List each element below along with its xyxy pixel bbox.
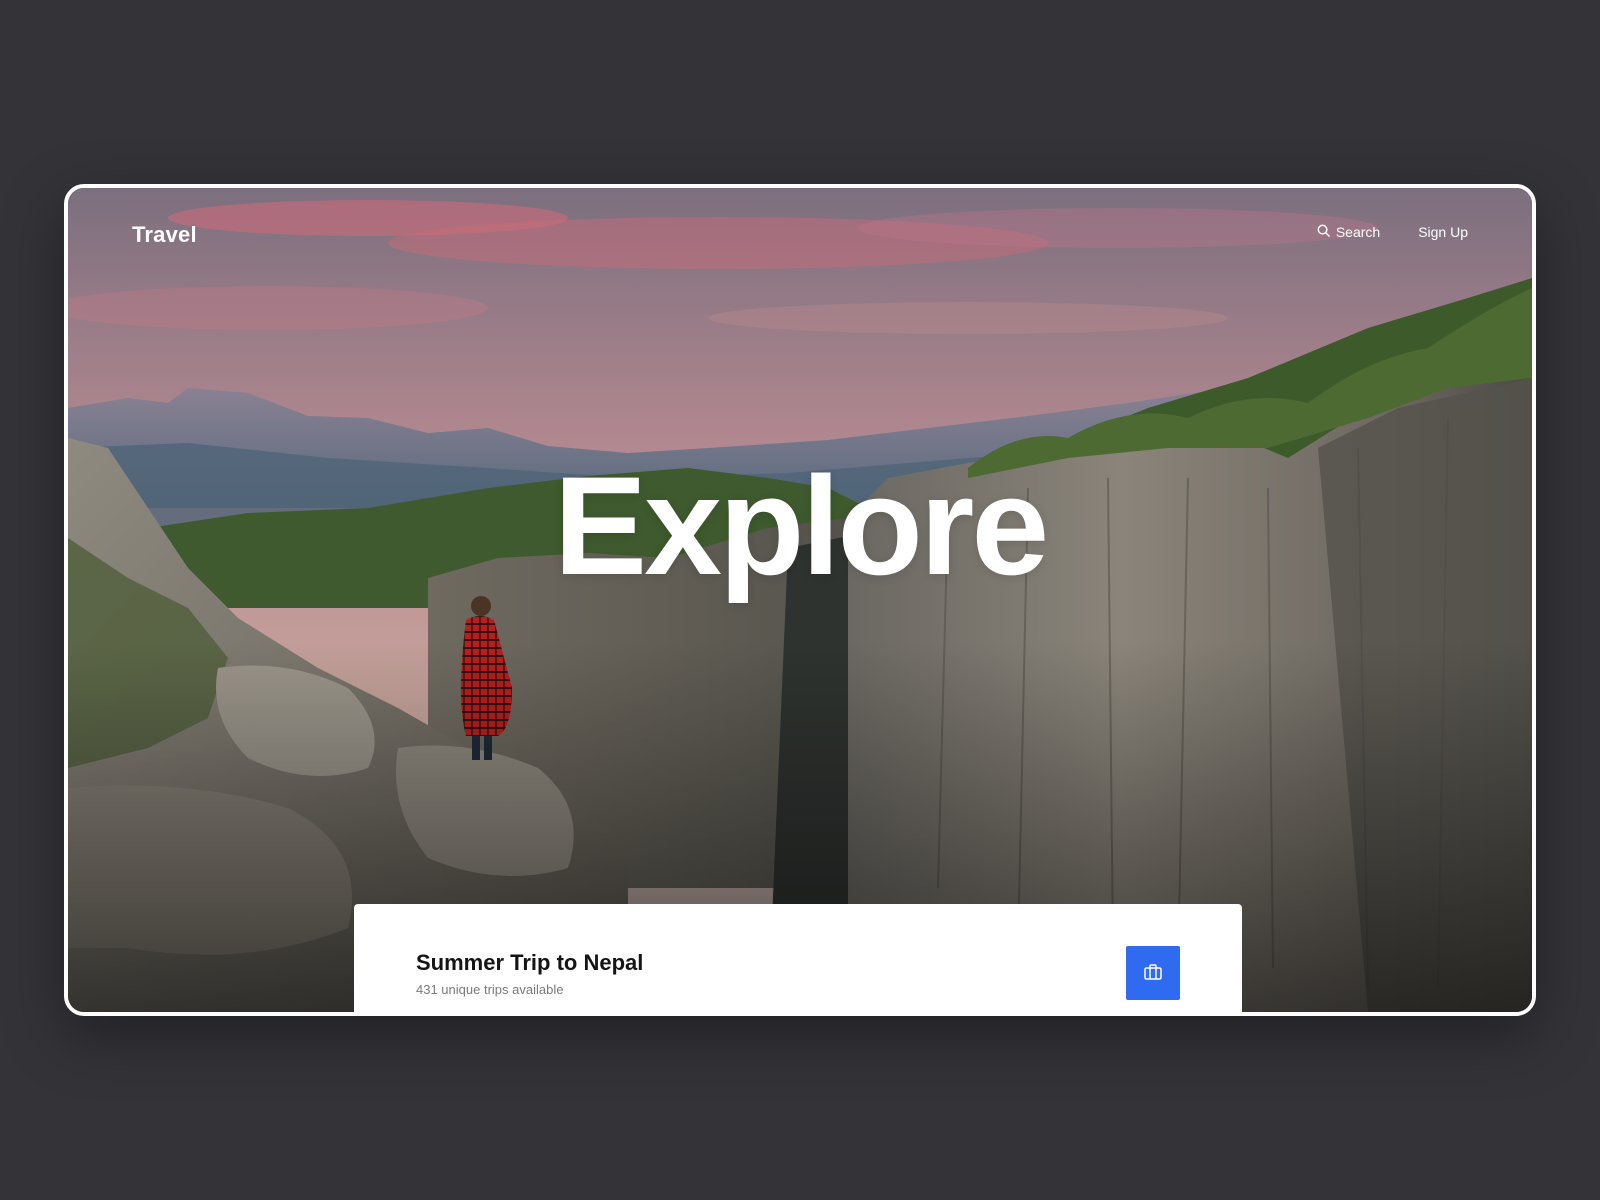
brand-logo[interactable]: Travel bbox=[132, 222, 197, 248]
book-trip-button[interactable] bbox=[1126, 946, 1180, 1000]
trip-count: 431 unique trips available bbox=[416, 982, 564, 997]
signup-link[interactable]: Sign Up bbox=[1418, 224, 1468, 240]
browser-frame: Travel Search Sign Up Explore Summer Tri… bbox=[64, 184, 1536, 1016]
hero-headline: Explore bbox=[553, 447, 1050, 604]
trip-title: Summer Trip to Nepal bbox=[416, 950, 644, 975]
trip-card: Summer Trip to Nepal 431 unique trips av… bbox=[354, 904, 1242, 1012]
top-nav: Search Sign Up bbox=[1317, 224, 1468, 240]
search-icon bbox=[1317, 224, 1330, 240]
search-link[interactable]: Search bbox=[1317, 224, 1380, 240]
search-label: Search bbox=[1335, 224, 1381, 240]
briefcase-icon bbox=[1144, 963, 1162, 983]
